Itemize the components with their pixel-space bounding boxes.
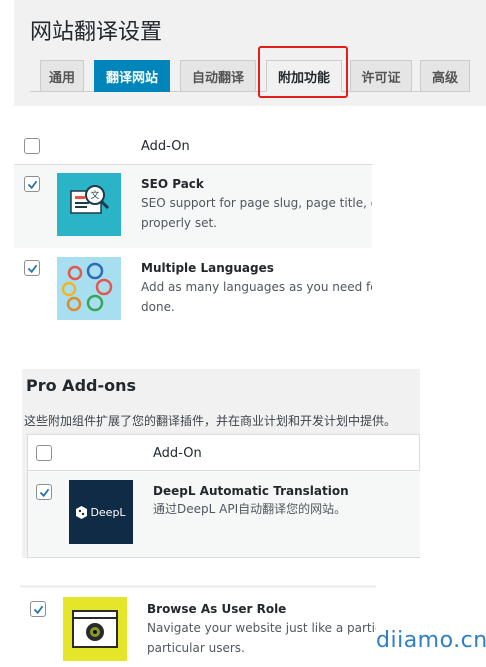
watermark-text: diiamo.cn bbox=[376, 628, 486, 653]
multiple-languages-checkbox[interactable] bbox=[24, 260, 40, 276]
addon-name-deepl: DeepL Automatic Translation bbox=[153, 484, 349, 498]
multiple-languages-thumbnail bbox=[57, 257, 121, 320]
deepl-mark-icon bbox=[76, 505, 88, 519]
browse-as-role-thumbnail bbox=[63, 597, 127, 661]
addon-desc-multiple-languages-2: done. bbox=[141, 300, 175, 314]
addon-desc-seo-pack-2: properly set. bbox=[141, 216, 217, 230]
addon-column-header: Add-On bbox=[141, 139, 190, 154]
deepl-logo-text: DeepL bbox=[90, 505, 126, 519]
deepl-checkbox[interactable] bbox=[36, 484, 52, 500]
addon-desc-browse-as-role: Navigate your website just like a partic… bbox=[147, 621, 376, 635]
page-title: 网站翻译设置 bbox=[30, 20, 163, 45]
svg-text:文: 文 bbox=[90, 189, 99, 201]
tab-auto-translate[interactable]: 自动翻译 bbox=[180, 60, 256, 92]
deepl-logo: DeepL bbox=[69, 480, 133, 544]
seo-pack-thumbnail: 文 bbox=[57, 173, 121, 236]
addon-desc-multiple-languages: Add as many languages as you need for bbox=[141, 280, 372, 294]
tab-advanced[interactable]: 高级 bbox=[420, 60, 470, 92]
addon-desc-browse-as-role-2: particular users. bbox=[147, 641, 245, 655]
seo-pack-checkbox[interactable] bbox=[24, 176, 40, 192]
eye-window-icon bbox=[72, 610, 118, 648]
speech-bubbles-icon bbox=[61, 262, 113, 312]
tab-general[interactable]: 通用 bbox=[40, 60, 84, 92]
addon-desc-seo-pack: SEO support for page slug, page title, d… bbox=[141, 196, 372, 210]
addon-name-multiple-languages: Multiple Languages bbox=[141, 261, 274, 275]
pro-addon-column-header: Add-On bbox=[153, 446, 202, 461]
highlight-box bbox=[258, 46, 348, 98]
addon-desc-deepl: 通过DeepL API自动翻译您的网站。 bbox=[153, 502, 347, 516]
pro-addons-title: Pro Add-ons bbox=[26, 376, 137, 395]
browse-as-role-checkbox[interactable] bbox=[30, 601, 46, 617]
tab-translate-site[interactable]: 翻译网站 bbox=[94, 60, 170, 92]
pro-addons-description: 这些附加组件扩展了您的翻译插件，并在商业计划和开发计划中提供。 bbox=[24, 414, 397, 428]
seo-magnifier-icon: 文 bbox=[70, 185, 110, 214]
addon-name-seo-pack: SEO Pack bbox=[141, 177, 204, 191]
addon-name-browse-as-role: Browse As User Role bbox=[147, 602, 287, 616]
tab-license[interactable]: 许可证 bbox=[350, 60, 412, 92]
select-all-checkbox[interactable] bbox=[24, 138, 40, 154]
pro-select-all-checkbox[interactable] bbox=[36, 445, 52, 461]
